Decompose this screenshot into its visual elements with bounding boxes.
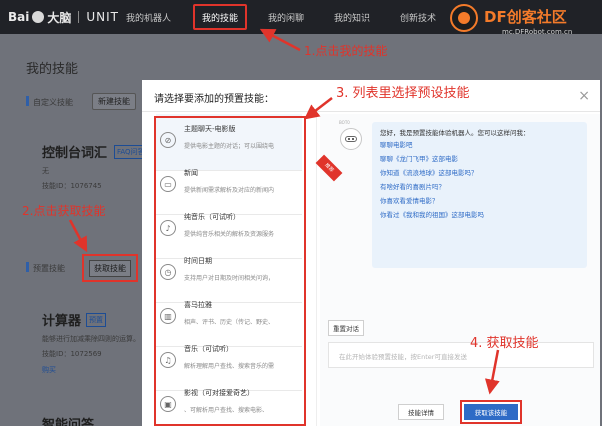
skill-name: 影视（可对接爱奇艺） [184, 389, 254, 397]
step3-annotation: 3. 列表里选择预设技能 [336, 86, 470, 101]
reset-dialog-button[interactable]: 重置对话 [328, 320, 364, 336]
skill-desc: 支持用户对日期及时间相关问询， [184, 275, 275, 282]
skill-name: 时间日期 [184, 257, 212, 265]
logo-product: UNIT [86, 10, 120, 24]
film-icon: ▣ [160, 396, 176, 412]
step2-annotation: 2.点击获取技能 [22, 204, 106, 218]
nav-my-chat[interactable]: 我的闲聊 [268, 11, 304, 24]
bot-label: BOT0 [339, 120, 350, 125]
console-skill-id: 技能ID：1076745 [42, 182, 102, 190]
chat-example-link[interactable]: 你喜欢看爱情电影？ [380, 194, 579, 208]
chat-example-link[interactable]: 你知道《流浪地球》这部电影吗？ [380, 166, 579, 180]
preset-skills-label: 预置技能 [33, 264, 65, 273]
close-icon[interactable]: × [578, 88, 590, 104]
get-this-skill-button[interactable]: 获取该技能 [464, 404, 518, 420]
skill-name: 主题聊天-电影版 [184, 125, 236, 133]
section-marker [26, 96, 29, 106]
skill-desc: 提供纯音乐相关的解析及资源服务 [184, 231, 275, 238]
music-icon: ♫ [160, 352, 176, 368]
calculator-skill-desc: 能够进行加减乘除四则的运算。 [42, 335, 140, 343]
skill-name: 音乐（可试听） [184, 345, 233, 353]
news-icon: ▭ [160, 176, 176, 192]
buy-link[interactable]: 购买 [42, 365, 56, 375]
clock-icon: ◷ [160, 264, 176, 280]
nav-innovation[interactable]: 创新技术 [400, 11, 436, 24]
watermark-title: DF创客社区 [484, 8, 567, 26]
dfrobot-logo-icon [450, 4, 478, 32]
logo-divider [78, 11, 80, 23]
baidu-paw-icon [32, 11, 45, 23]
chat-intro-text: 您好，我是预置技能体验机器人。您可以这样问我： [380, 129, 530, 137]
nav-my-knowledge[interactable]: 我的知识 [334, 11, 370, 24]
skill-desc: 提供新闻需求解析及对应的新闻内 [184, 187, 275, 194]
chat-example-link[interactable]: 聊聊电影吧 [380, 138, 579, 152]
skill-desc: 、可解析用户查找、搜索电影、 [184, 407, 269, 414]
console-skill-title[interactable]: 控制台词汇 [42, 142, 107, 161]
custom-skills-label: 自定义技能 [33, 98, 73, 107]
chat-icon: ⊘ [160, 132, 176, 148]
calculator-skill-id: 技能ID：1072569 [42, 350, 102, 358]
music-note-icon: ♪ [160, 220, 176, 236]
chat-example-link[interactable]: 有啥好看的喜剧片吗？ [380, 180, 579, 194]
calculator-skill-title[interactable]: 计算器 [42, 310, 81, 329]
chat-example-link[interactable]: 聊聊《龙门飞甲》这部电影 [380, 152, 579, 166]
section-marker [26, 262, 29, 272]
page-title: 我的技能 [26, 62, 79, 77]
get-skill-button-highlight: 获取技能 [82, 254, 138, 282]
preset-tag: 预置 [86, 313, 106, 327]
baidu-brain-logo[interactable]: Bai 大脑 UNIT [8, 8, 119, 26]
get-skill-button[interactable]: 获取技能 [89, 259, 131, 277]
skill-details-button[interactable]: 技能详情 [398, 404, 444, 420]
skill-name: 纯音乐（可试听） [184, 213, 240, 221]
my-skills-highlight-box [193, 4, 247, 30]
skill-name: 新闻 [184, 169, 198, 177]
bot-chat-bubble: 您好，我是预置技能体验机器人。您可以这样问我： 聊聊电影吧 聊聊《龙门飞甲》这部… [372, 122, 587, 268]
skill-name: 喜马拉雅 [184, 301, 212, 309]
chat-input[interactable]: 在此开始体验预置技能，按Enter可直接发送 [328, 342, 594, 368]
skill-item-film[interactable]: ▣ 影视（可对接爱奇艺） 、可解析用户查找、搜索电影、 [156, 378, 302, 426]
nav-my-robots[interactable]: 我的机器人 [126, 11, 171, 24]
logo-suffix: 大脑 [47, 10, 72, 25]
preset-skill-list[interactable]: ⊘ 主题聊天-电影版 提供电影主题的对话；可以围绕电 ▭ 新闻 提供新闻需求解析… [152, 114, 317, 426]
chat-example-link[interactable]: 你看过《我和我的祖国》这部电影吗 [380, 208, 579, 222]
skill-desc: 相声、评书、历史（传记、野史、 [184, 319, 275, 326]
console-skill-desc: 无 [42, 167, 49, 175]
skill-desc: 解析理解用户查找、搜索音乐的需 [184, 363, 275, 370]
step4-annotation: 4. 获取技能 [470, 336, 539, 351]
robot-avatar-icon [340, 128, 362, 150]
logo-brand: Bai [8, 10, 30, 24]
book-icon: ▥ [160, 308, 176, 324]
preset-skill-modal: 请选择要添加的预置技能： × ⊘ 主题聊天-电影版 提供电影主题的对话；可以围绕… [142, 80, 600, 426]
skill-desc: 提供电影主题的对话；可以围绕电 [184, 143, 275, 150]
new-skill-button[interactable]: 新建技能 [92, 93, 136, 110]
modal-divider [142, 111, 600, 112]
step1-annotation: 1.点击我的技能 [304, 44, 388, 58]
get-this-skill-highlight: 获取该技能 [460, 400, 522, 424]
modal-title: 请选择要添加的预置技能： [154, 94, 274, 105]
qa-skill-title[interactable]: 智能问答 [42, 414, 94, 426]
